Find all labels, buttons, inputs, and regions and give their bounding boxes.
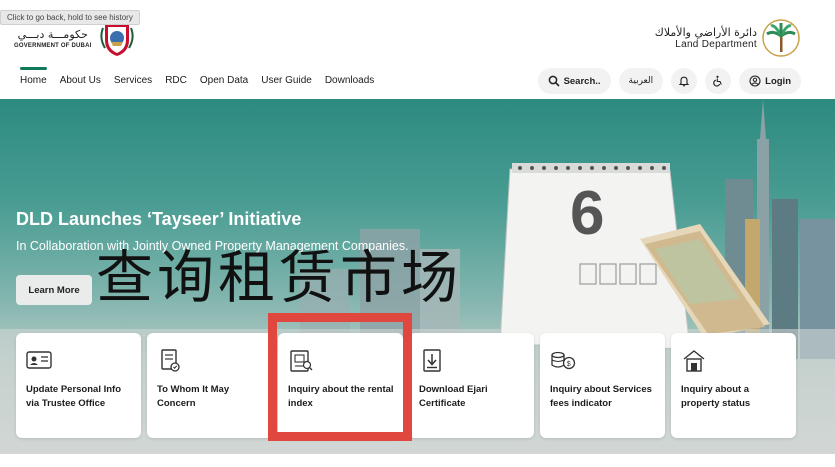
bell-icon <box>678 76 690 87</box>
dld-logo-english: Land Department <box>675 39 757 50</box>
service-card-label: Download Ejari Certificate <box>419 384 488 409</box>
arabic-language-label: العربية <box>628 76 654 86</box>
palm-tree-logo-icon <box>762 19 800 57</box>
svg-text:$: $ <box>567 361 571 368</box>
search-button[interactable]: Search.. <box>537 68 611 94</box>
dld-logo-arabic: دائرة الأراضي والأملاك <box>654 26 757 39</box>
coins-icon: $ <box>551 351 576 370</box>
certificate-icon <box>161 349 180 372</box>
service-card-service-fees-indicator[interactable]: $ Inquiry about Services fees indicator <box>540 333 665 438</box>
learn-more-button[interactable]: Learn More <box>16 275 92 305</box>
accessibility-button[interactable] <box>705 68 732 94</box>
search-icon <box>548 75 560 87</box>
hero-title: DLD Launches ‘Tayseer’ Initiative <box>16 209 302 229</box>
service-card-label: Inquiry about Services fees indicator <box>550 384 652 409</box>
wheelchair-icon <box>713 75 722 87</box>
service-card-label: Inquiry about a property status <box>681 384 751 409</box>
service-card-rental-index-inquiry[interactable]: Inquiry about the rental index <box>278 333 403 438</box>
rental-index-icon <box>290 350 313 372</box>
download-doc-icon <box>423 349 441 372</box>
service-card-label: Update Personal Info via Trustee Office <box>26 384 122 409</box>
header-actions: Search.. العربية Login <box>537 68 801 94</box>
nav-open-data[interactable]: Open Data <box>200 75 248 86</box>
gov-logo-english: GOVERNMENT OF DUBAI <box>14 42 92 49</box>
nav-about-us[interactable]: About Us <box>60 75 101 86</box>
notifications-button[interactable] <box>671 68 698 94</box>
service-card-download-ejari[interactable]: Download Ejari Certificate <box>409 333 534 438</box>
nav-home[interactable]: Home <box>20 67 47 86</box>
nav-user-guide[interactable]: User Guide <box>261 75 312 86</box>
main-navigation: Home About Us Services RDC Open Data Use… <box>20 67 387 86</box>
service-card-label: Inquiry about the rental index <box>288 384 394 409</box>
service-card-update-personal-info[interactable]: Update Personal Info via Trustee Office <box>16 333 141 438</box>
user-icon <box>749 75 761 87</box>
property-status-icon <box>683 350 705 372</box>
language-toggle-button[interactable]: العربية <box>618 68 664 94</box>
nav-services[interactable]: Services <box>114 75 152 86</box>
calendar-number: 6 <box>570 179 605 248</box>
nav-downloads[interactable]: Downloads <box>325 75 374 86</box>
gov-logo-arabic: حكومـــة دبـــي <box>17 27 88 41</box>
service-card-label: To Whom It May Concern <box>157 384 230 409</box>
chinese-annotation-text: 查询租赁市场 <box>96 245 462 311</box>
login-label: Login <box>765 75 791 87</box>
quick-services: Update Personal Info via Trustee Office … <box>16 333 796 438</box>
search-label: Search.. <box>563 75 601 87</box>
back-button-tooltip: Click to go back, hold to see history <box>0 10 140 25</box>
service-card-to-whom-it-may-concern[interactable]: To Whom It May Concern <box>147 333 272 438</box>
dubai-land-department-logo[interactable]: دائرة الأراضي والأملاك Land Department <box>655 18 801 58</box>
nav-rdc[interactable]: RDC <box>165 75 187 86</box>
service-card-property-status[interactable]: Inquiry about a property status <box>671 333 796 438</box>
login-button[interactable]: Login <box>739 68 801 94</box>
id-card-icon <box>26 351 52 369</box>
